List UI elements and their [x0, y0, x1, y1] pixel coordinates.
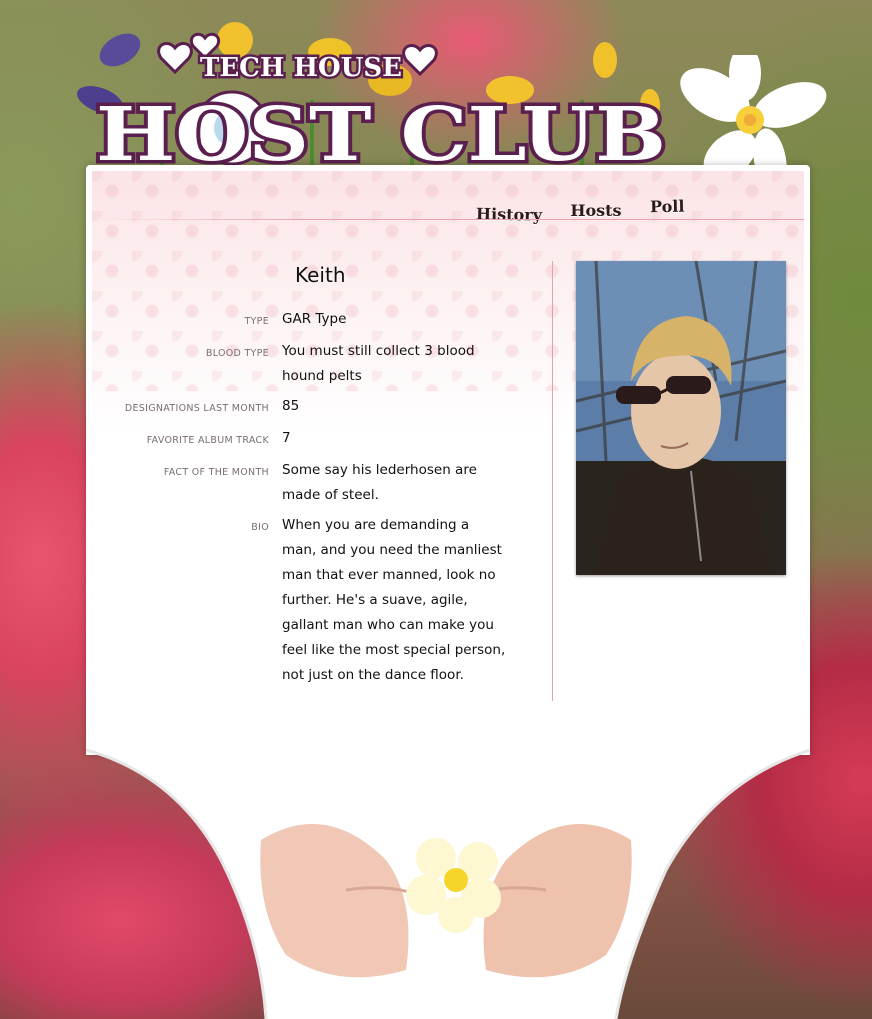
field-value: 7 — [282, 430, 291, 446]
field-value: Some say his lederhosen are made of stee… — [282, 462, 477, 503]
field-label: FACT OF THE MONTH — [163, 467, 269, 478]
profile-panel: History Hosts Poll Keith TYPE GAR Type B… — [86, 165, 810, 755]
logo-small-title: TECH HOUSE — [200, 53, 402, 83]
nav-poll[interactable]: Poll — [649, 197, 684, 217]
field-value: When you are demanding a man, and you ne… — [282, 517, 506, 683]
field-row-type: TYPE GAR Type — [92, 307, 532, 334]
hands-with-flower — [86, 740, 810, 1019]
profile-fields: TYPE GAR Type BLOOD TYPE You must still … — [92, 307, 532, 693]
field-value: GAR Type — [282, 311, 347, 327]
nav-history[interactable]: History — [476, 204, 542, 224]
nav-hosts[interactable]: Hosts — [570, 201, 621, 220]
field-label: BIO — [251, 522, 269, 533]
main-nav: History Hosts Poll — [476, 197, 684, 225]
field-value: You must still collect 3 blood hound pel… — [282, 343, 475, 384]
field-value: 85 — [282, 398, 300, 414]
profile-photo — [576, 261, 786, 575]
field-label: TYPE — [244, 316, 269, 327]
field-row-blood-type: BLOOD TYPE You must still collect 3 bloo… — [92, 339, 532, 389]
field-row-album-track: FAVORITE ALBUM TRACK 7 — [92, 426, 532, 453]
nav-divider — [92, 219, 804, 220]
field-label: DESIGNATIONS LAST MONTH — [124, 403, 269, 414]
field-row-bio: BIO When you are demanding a man, and yo… — [92, 513, 532, 688]
profile-name: Keith — [295, 263, 346, 287]
field-label: FAVORITE ALBUM TRACK — [146, 435, 269, 446]
column-divider — [552, 261, 553, 701]
field-row-designations: DESIGNATIONS LAST MONTH 85 — [92, 394, 532, 421]
field-label: BLOOD TYPE — [205, 348, 269, 359]
field-row-fact: FACT OF THE MONTH Some say his lederhose… — [92, 458, 532, 508]
site-logo: TECH HOUSE HOST CLUB — [77, 22, 670, 180]
